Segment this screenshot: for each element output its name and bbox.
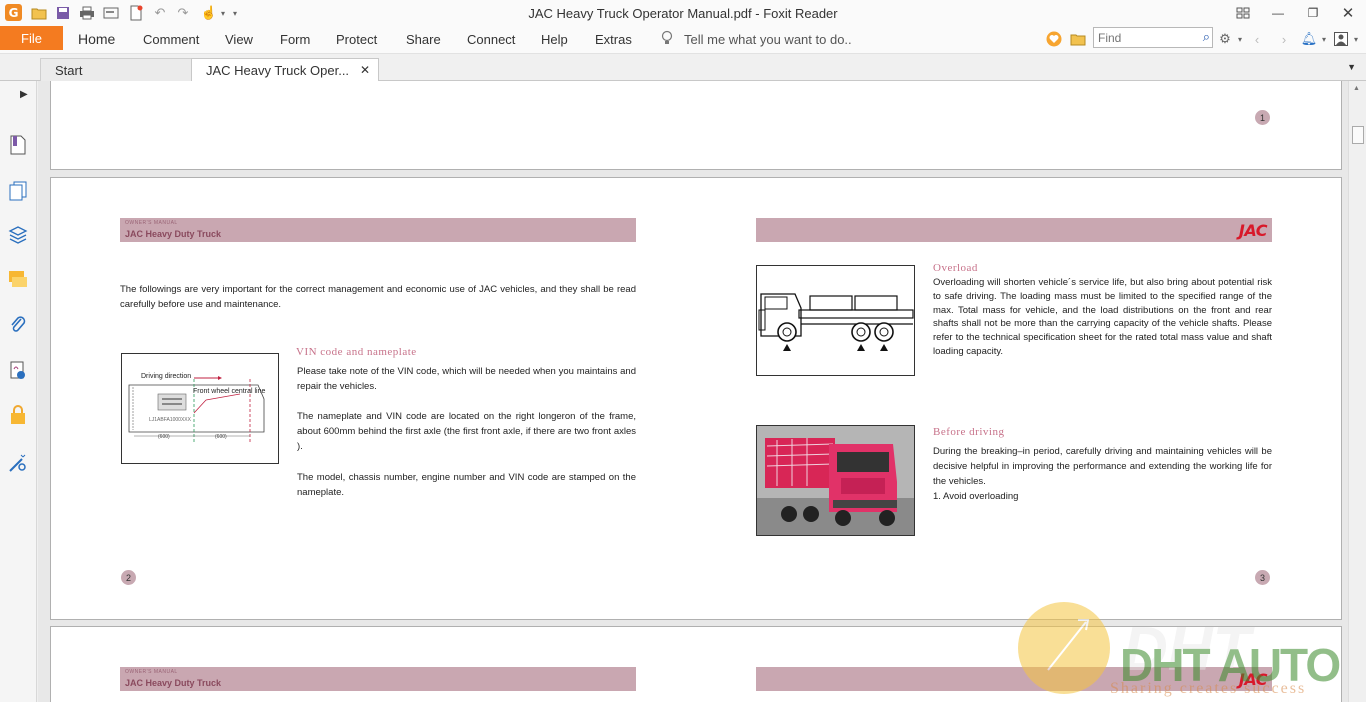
tab-help[interactable]: Help [541,32,568,47]
diagram-dimension-2: (600) [215,434,227,440]
vertical-scrollbar[interactable]: ▲ [1348,81,1366,702]
before-driving-item: 1. Avoid overloading [933,491,1019,502]
header-title: JAC Heavy Duty Truck [125,229,222,239]
scrollbar-thumb[interactable] [1352,126,1364,144]
attachments-icon[interactable] [7,314,29,336]
find-search-icon[interactable]: ⌕ [1203,29,1210,45]
title-bar: G ↶ ↷ ☝ ▾ ▾ JAC Heavy Truck Operator Man… [0,0,1366,26]
tab-start-label: Start [55,62,83,78]
tab-home[interactable]: Home [78,31,115,47]
page-number-badge: 2 [121,570,136,585]
settings-dropdown-icon[interactable]: ▾ [1231,30,1249,48]
jac-logo: JAC [1238,670,1268,689]
previous-icon[interactable]: ‹ [1248,30,1266,48]
comments-icon[interactable] [7,268,29,290]
pdf-page-spread-2-3: OWNER'S MANUAL JAC Heavy Duty Truck The … [50,177,1342,620]
diagram-driving-direction: Driving direction [141,373,192,380]
overload-heading: Overload [933,262,978,274]
truck-overload-illustration [756,265,915,376]
close-tab-icon[interactable]: ✕ [360,63,370,77]
tab-share[interactable]: Share [406,32,441,47]
page-header-band-right: JAC [756,667,1272,691]
tab-view[interactable]: View [225,32,253,47]
security-lock-icon[interactable] [7,404,29,426]
expand-panel-icon[interactable]: ▶ [20,89,28,100]
notification-dropdown-icon[interactable]: ▾ [1315,30,1333,48]
tab-protect[interactable]: Protect [336,32,377,47]
file-tab[interactable]: File [0,26,63,50]
vin-paragraph-2: The nameplate and VIN code are located o… [297,411,636,452]
tab-list-dropdown-icon[interactable]: ▼ [1347,62,1356,72]
page-number-badge: 1 [1255,110,1270,125]
ribbon-tab-bar: File Home Comment View Form Protect Shar… [0,26,1366,54]
document-viewer[interactable]: 1 OWNER'S MANUAL JAC Heavy Duty Truck Th… [38,81,1348,702]
folder-search-icon[interactable] [1069,30,1087,48]
overload-paragraph: Overloading will shorten vehicle´s servi… [933,277,1272,357]
find-field[interactable]: ⌕ [1093,27,1213,48]
tab-comment[interactable]: Comment [143,32,199,47]
header-owners-manual: OWNER'S MANUAL [125,220,178,226]
page-header-band: OWNER'S MANUAL JAC Heavy Duty Truck [120,218,636,242]
vin-section-heading: VIN code and nameplate [296,346,417,358]
pdf-page-1: 1 [50,81,1342,170]
before-driving-paragraph: During the breaking–in period, carefully… [933,446,1272,487]
scroll-up-icon[interactable]: ▲ [1353,85,1360,92]
find-input[interactable] [1094,28,1190,47]
close-window-button[interactable]: ✕ [1337,3,1359,23]
red-truck-photo [756,425,915,536]
vin-paragraph-3: The model, chassis number, engine number… [297,472,636,498]
jac-logo: JAC [1238,221,1268,240]
bookmarks-icon[interactable] [7,134,29,156]
tab-connect[interactable]: Connect [467,32,515,47]
tab-active-label: JAC Heavy Truck Oper... [206,62,350,78]
page-header-band-right: JAC [756,218,1272,242]
signatures-icon[interactable] [7,360,29,382]
header-owners-manual: OWNER'S MANUAL [125,669,178,675]
intro-paragraph: The followings are very important for th… [120,284,636,310]
next-icon[interactable]: › [1275,30,1293,48]
left-navigation-panel: ▶ [0,81,37,702]
before-driving-heading: Before driving [933,426,1005,438]
user-dropdown-icon[interactable]: ▾ [1347,30,1365,48]
pdf-page-spread-4-5: OWNER'S MANUAL JAC Heavy Duty Truck JAC [50,626,1342,702]
tab-form[interactable]: Form [280,32,310,47]
document-tab-bar: Start JAC Heavy Truck Oper... ✕ ▼ [0,55,1366,81]
tab-extras[interactable]: Extras [595,32,632,47]
lightbulb-icon [661,30,673,49]
vin-paragraph-1: Please take note of the VIN code, which … [297,366,636,392]
restore-button[interactable]: ❐ [1302,3,1324,23]
wizard-tools-icon[interactable] [7,452,29,474]
diagram-front-wheel-label: Front wheel central line [193,388,266,395]
ribbon-display-icon[interactable] [1232,3,1254,23]
tab-active-document[interactable]: JAC Heavy Truck Oper... ✕ [191,58,379,81]
layers-icon[interactable] [7,224,29,246]
diagram-vin-text: LJ1ABFA1000XXX [149,417,191,423]
favorite-heart-icon[interactable] [1045,30,1063,48]
tell-me-search[interactable]: Tell me what you want to do.. [684,32,852,47]
window-title: JAC Heavy Truck Operator Manual.pdf - Fo… [528,6,838,21]
page-number-badge: 3 [1255,570,1270,585]
tab-start[interactable]: Start [40,58,192,81]
page-header-band: OWNER'S MANUAL JAC Heavy Duty Truck [120,667,636,691]
page-thumbnails-icon[interactable] [7,180,29,202]
diagram-dimension-1: (600) [158,434,170,440]
vin-location-diagram: Driving direction Front wheel central li… [121,353,279,464]
minimize-button[interactable]: — [1267,3,1289,23]
foxit-reader-window: G ↶ ↷ ☝ ▾ ▾ JAC Heavy Truck Operator Man… [0,0,1366,702]
header-title: JAC Heavy Duty Truck [125,678,222,688]
